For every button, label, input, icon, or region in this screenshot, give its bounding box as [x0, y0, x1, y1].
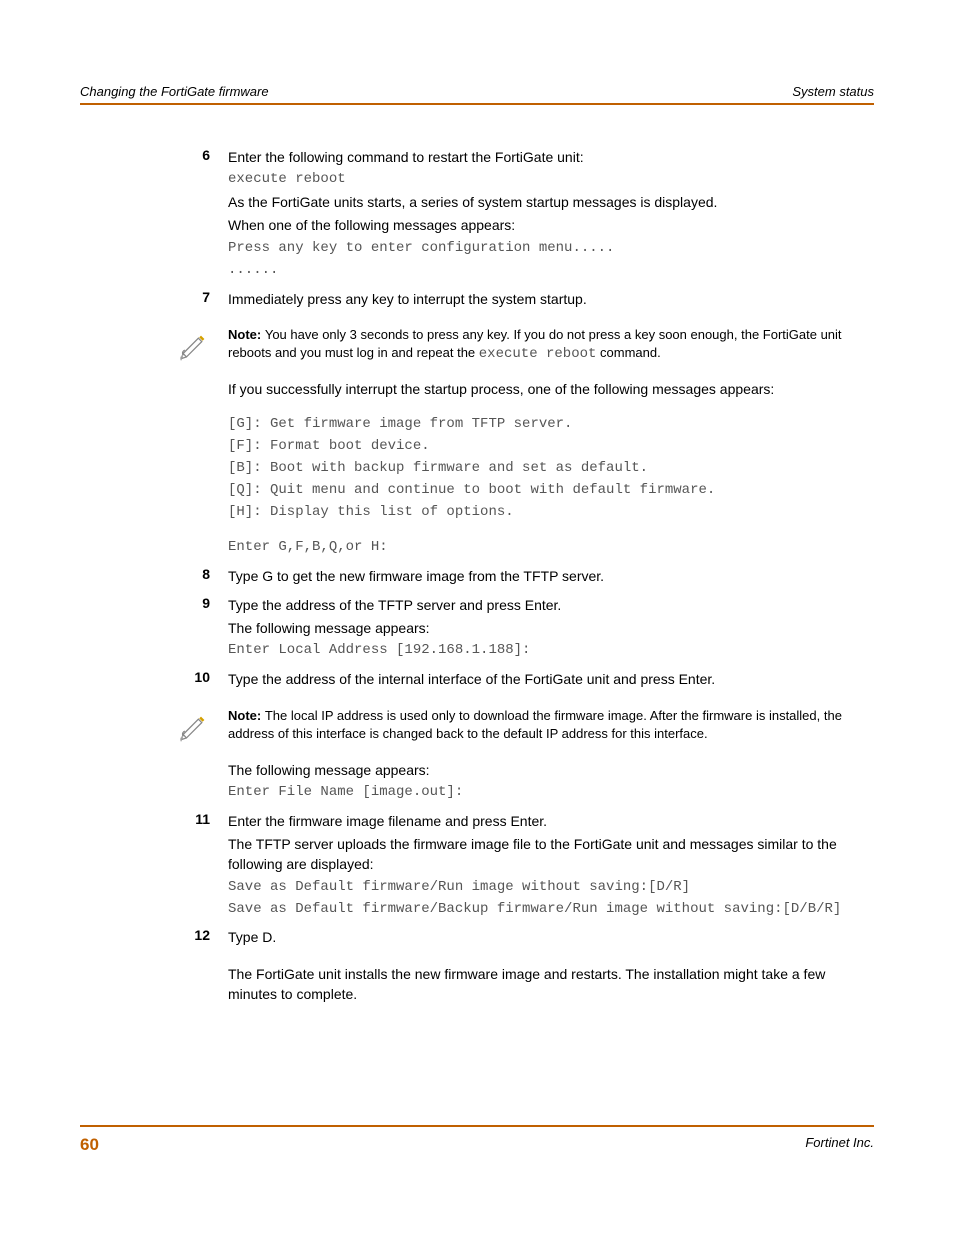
step-number: 7 — [192, 289, 228, 312]
step-number: 9 — [192, 595, 228, 663]
note-body-text: The local IP address is used only to dow… — [228, 708, 842, 741]
step-body: Type G to get the new firmware image fro… — [228, 566, 874, 589]
step-6: 6 Enter the following command to restart… — [228, 147, 874, 283]
note-block: Note: You have only 3 seconds to press a… — [178, 326, 874, 365]
code-line: execute reboot — [228, 170, 874, 189]
continuation-block: The following message appears: Enter Fil… — [228, 760, 874, 805]
step-number: 10 — [192, 669, 228, 692]
text-line: Type the address of the TFTP server and … — [228, 595, 874, 615]
text-line: Type D. — [228, 927, 874, 947]
note-body-text: command. — [596, 345, 660, 360]
text-line: Immediately press any key to interrupt t… — [228, 289, 874, 309]
step-number: 8 — [192, 566, 228, 589]
page-footer: 60 Fortinet Inc. — [80, 1125, 874, 1155]
step-7: 7 Immediately press any key to interrupt… — [228, 289, 874, 312]
text-line: If you successfully interrupt the startu… — [228, 379, 874, 399]
text-line: Type G to get the new firmware image fro… — [228, 566, 874, 586]
main-content: 6 Enter the following command to restart… — [80, 147, 874, 1007]
code-line: ...... — [228, 261, 874, 280]
code-line: [B]: Boot with backup firmware and set a… — [228, 459, 874, 478]
pencil-note-icon — [178, 707, 228, 746]
pencil-note-icon — [178, 326, 228, 365]
code-line: Press any key to enter configuration men… — [228, 239, 874, 258]
company-name: Fortinet Inc. — [805, 1135, 874, 1155]
step-12: 12 Type D. The FortiGate unit installs t… — [228, 927, 874, 1007]
text-line: The following message appears: — [228, 760, 874, 780]
step-8: 8 Type G to get the new firmware image f… — [228, 566, 874, 589]
code-line: Enter G,F,B,Q,or H: — [228, 538, 874, 557]
note-label: Note: — [228, 327, 265, 342]
code-line: Save as Default firmware/Run image witho… — [228, 878, 874, 897]
text-line: The following message appears: — [228, 618, 874, 638]
code-line: [F]: Format boot device. — [228, 437, 874, 456]
text-line: The FortiGate unit installs the new firm… — [228, 964, 874, 1005]
step-number: 6 — [192, 147, 228, 283]
header-right: System status — [792, 84, 874, 99]
note-block: Note: The local IP address is used only … — [178, 707, 874, 746]
code-line: [H]: Display this list of options. — [228, 503, 874, 522]
step-9: 9 Type the address of the TFTP server an… — [228, 595, 874, 663]
continuation-block: If you successfully interrupt the startu… — [228, 379, 874, 560]
code-line: Enter File Name [image.out]: — [228, 783, 874, 802]
text-line: Enter the following command to restart t… — [228, 147, 874, 167]
step-body: If you successfully interrupt the startu… — [228, 379, 874, 560]
code-line: [Q]: Quit menu and continue to boot with… — [228, 481, 874, 500]
page-header: Changing the FortiGate firmware System s… — [80, 84, 874, 105]
step-number: 12 — [192, 927, 228, 1007]
text-line: When one of the following messages appea… — [228, 215, 874, 235]
code-line: Enter Local Address [192.168.1.188]: — [228, 641, 874, 660]
text-line: The TFTP server uploads the firmware ima… — [228, 834, 874, 875]
step-body: Immediately press any key to interrupt t… — [228, 289, 874, 312]
code-line: [G]: Get firmware image from TFTP server… — [228, 415, 874, 434]
step-body: Enter the firmware image filename and pr… — [228, 811, 874, 922]
step-body: Type D. The FortiGate unit installs the … — [228, 927, 874, 1007]
step-body: Enter the following command to restart t… — [228, 147, 874, 283]
text-line: Type the address of the internal interfa… — [228, 669, 874, 689]
code-line: Save as Default firmware/Backup firmware… — [228, 900, 874, 919]
inline-code: execute reboot — [479, 346, 597, 362]
step-11: 11 Enter the firmware image filename and… — [228, 811, 874, 922]
text-line: Enter the firmware image filename and pr… — [228, 811, 874, 831]
note-text: Note: You have only 3 seconds to press a… — [228, 326, 874, 364]
step-body: The following message appears: Enter Fil… — [228, 760, 874, 805]
page-number: 60 — [80, 1135, 99, 1155]
header-left: Changing the FortiGate firmware — [80, 84, 269, 99]
note-text: Note: The local IP address is used only … — [228, 707, 874, 743]
step-body: Type the address of the TFTP server and … — [228, 595, 874, 663]
step-number: 11 — [192, 811, 228, 922]
note-label: Note: — [228, 708, 265, 723]
step-body: Type the address of the internal interfa… — [228, 669, 874, 692]
step-10: 10 Type the address of the internal inte… — [228, 669, 874, 692]
text-line: As the FortiGate units starts, a series … — [228, 192, 874, 212]
